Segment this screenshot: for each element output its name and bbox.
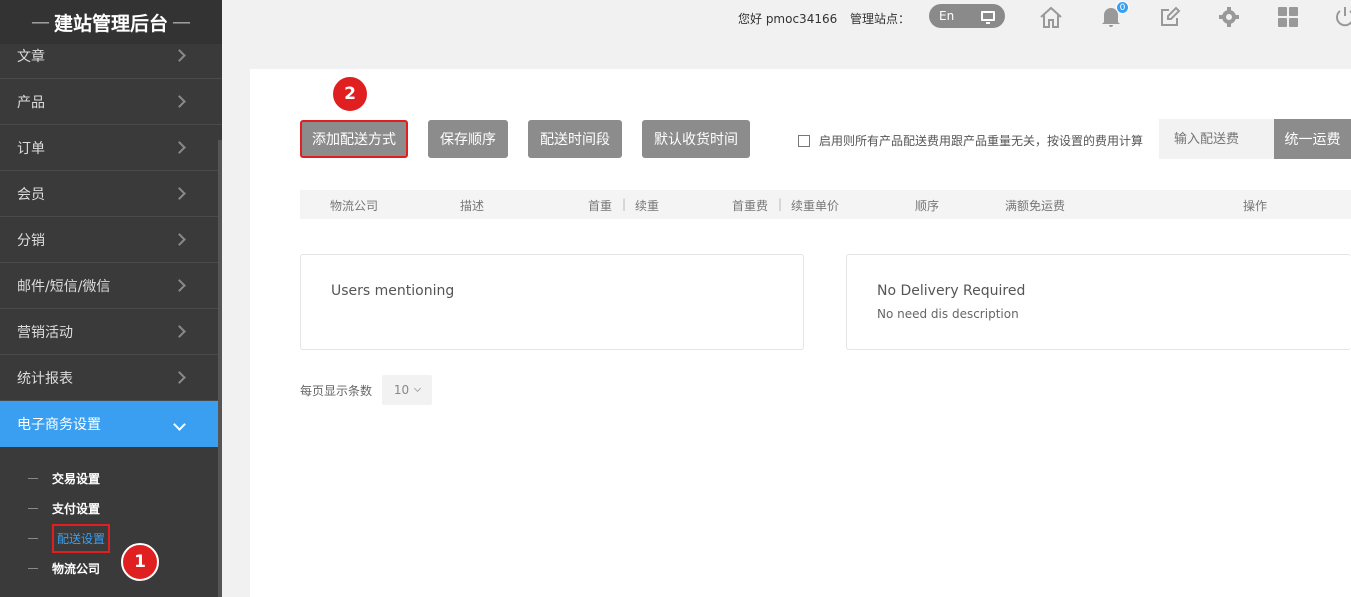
subitem-trade-settings[interactable]: 交易设置 [0, 463, 222, 493]
col-logistics-company: 物流公司 [330, 199, 379, 213]
chevron-down-icon [414, 384, 422, 393]
monitor-icon [981, 11, 995, 24]
unified-fee-button[interactable]: 统一运费 [1274, 119, 1351, 159]
logo-text: 建站管理后台 [53, 12, 168, 35]
bell-icon[interactable]: 0 [1098, 1, 1129, 30]
chevron-right-icon [173, 95, 186, 108]
sidebar-item-marketing[interactable]: 营销活动 [0, 309, 222, 355]
topbar: 您好 pmoc34166 管理站点： En 0 [222, 0, 1351, 36]
chevron-right-icon [173, 141, 186, 154]
notification-badge: 0 [1116, 1, 1129, 14]
sidebar-item-reports[interactable]: 统计报表 [0, 355, 222, 401]
language-toggle[interactable]: En [929, 4, 1005, 28]
sidebar-item-ecommerce-settings[interactable]: 电子商务设置 [0, 401, 222, 447]
edit-icon[interactable] [1157, 4, 1183, 30]
subitem-logistics-company[interactable]: 物流公司 [0, 553, 222, 583]
sidebar-item-products[interactable]: 产品 [0, 79, 222, 125]
ecommerce-submenu: 交易设置 支付设置 配送设置 物流公司 [0, 447, 222, 583]
header-divider: | [622, 197, 627, 211]
main-content: 添加配送方式 保存顺序 配送时间段 默认收货时间 启用则所有产品配送费用跟产品重… [250, 69, 1351, 597]
delivery-time-slot-button[interactable]: 配送时间段 [528, 120, 622, 158]
col-order: 顺序 [915, 199, 940, 213]
user-greeting: 您好 pmoc34166 [738, 12, 838, 26]
sidebar-menu: 文章 产品 订单 会员 分销 邮件/短信/微信 营销活动 统计报表 电子商务设置… [0, 49, 222, 583]
card-title: Users mentioning [331, 283, 455, 299]
chevron-down-icon [173, 417, 186, 431]
add-delivery-method-button[interactable]: 添加配送方式 [300, 120, 408, 158]
col-actions: 操作 [1243, 199, 1268, 213]
power-icon[interactable] [1332, 4, 1351, 30]
home-icon[interactable] [1038, 4, 1064, 30]
chevron-right-icon [173, 233, 186, 246]
sidebar-item-messaging[interactable]: 邮件/短信/微信 [0, 263, 222, 309]
page-size-label: 每页显示条数 [300, 383, 373, 398]
save-order-button[interactable]: 保存顺序 [428, 120, 508, 158]
card-title: No Delivery Required [877, 283, 1026, 299]
apps-grid-icon[interactable] [1275, 4, 1301, 30]
card-description: No need dis description [877, 307, 1019, 321]
sidebar-item-distribution[interactable]: 分销 [0, 217, 222, 263]
col-free-shipping-threshold: 满额免运费 [1005, 199, 1066, 213]
col-first-weight: 首重 [588, 199, 613, 213]
col-description: 描述 [460, 199, 485, 213]
sidebar-scrollbar[interactable] [218, 140, 222, 597]
chevron-right-icon [173, 371, 186, 384]
annotation-marker-2: 2 [331, 75, 369, 113]
gear-icon[interactable] [1216, 4, 1242, 30]
subitem-delivery-settings[interactable]: 配送设置 [0, 523, 222, 553]
sidebar-item-orders[interactable]: 订单 [0, 125, 222, 171]
delivery-fee-input[interactable] [1159, 119, 1275, 159]
page-size-select[interactable]: 10 [382, 375, 433, 405]
chevron-right-icon [173, 49, 186, 62]
col-additional-unit-price: 续重单价 [791, 199, 840, 213]
weight-independent-label: 启用则所有产品配送费用跟产品重量无关，按设置的费用计算 [819, 134, 1144, 148]
default-receive-time-button[interactable]: 默认收货时间 [642, 120, 750, 158]
sidebar-item-members[interactable]: 会员 [0, 171, 222, 217]
col-additional-weight: 续重 [635, 199, 660, 213]
subitem-payment-settings[interactable]: 支付设置 [0, 493, 222, 523]
col-first-weight-fee: 首重费 [732, 199, 769, 213]
delivery-method-card[interactable]: No Delivery Required No need dis descrip… [846, 254, 1351, 350]
delivery-table-header: 物流公司 描述 首重 | 续重 首重费 | 续重单价 顺序 满额免运费 操作 [300, 190, 1351, 219]
site-label: 管理站点： [850, 12, 911, 26]
header-divider: | [778, 197, 783, 211]
annotation-marker-1: 1 [121, 543, 159, 581]
weight-independent-checkbox[interactable] [798, 134, 810, 147]
delivery-method-card[interactable]: Users mentioning [300, 254, 804, 350]
weight-independent-option[interactable]: 启用则所有产品配送费用跟产品重量无关，按设置的费用计算 [798, 132, 1143, 149]
chevron-right-icon [173, 279, 186, 292]
sidebar: — 建站管理后台 — 文章 产品 订单 会员 分销 邮件/短信/微信 营销活动 … [0, 0, 222, 597]
lang-label: En [939, 9, 955, 23]
chevron-right-icon [173, 325, 186, 338]
chevron-right-icon [173, 187, 186, 200]
sidebar-item-articles[interactable]: 文章 [0, 33, 222, 79]
page-size-control: 每页显示条数 10 [300, 375, 433, 405]
